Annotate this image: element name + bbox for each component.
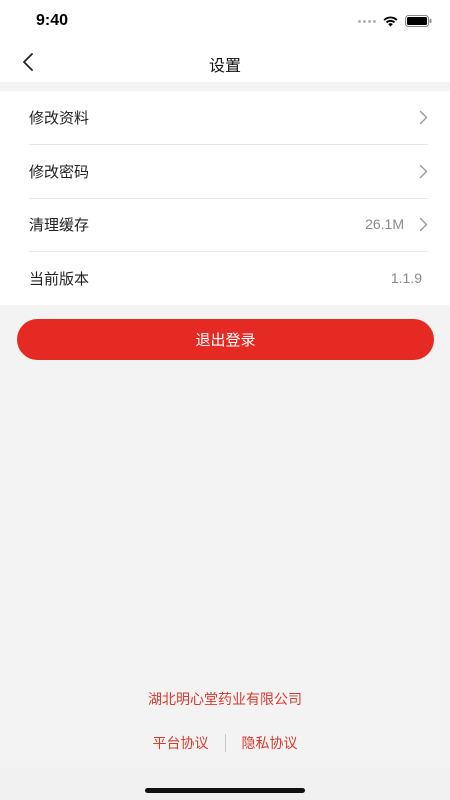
clear-cache-label: 清理缓存	[29, 216, 90, 234]
battery-icon	[405, 15, 432, 27]
nav-bar: 设置	[0, 44, 450, 82]
wifi-icon	[383, 16, 398, 27]
current-version-item: 当前版本 1.1.9	[0, 252, 450, 305]
home-indicator	[145, 788, 305, 793]
edit-profile-label: 修改资料	[29, 109, 90, 127]
clear-cache-item[interactable]: 清理缓存 26.1M	[0, 198, 450, 251]
status-icons	[358, 15, 432, 27]
edit-profile-item[interactable]: 修改资料	[0, 91, 450, 144]
company-name: 湖北明心堂药业有限公司	[148, 692, 302, 708]
settings-list: 修改资料 修改密码 清理缓存 26.1M 当前版本 1.1.9	[0, 91, 450, 305]
chevron-right-icon	[419, 217, 428, 232]
platform-agreement-link[interactable]: 平台协议	[137, 733, 225, 753]
footer-links: 平台协议 隐私协议	[0, 733, 450, 753]
change-password-item[interactable]: 修改密码	[0, 145, 450, 198]
logout-button[interactable]: 退出登录	[17, 319, 434, 360]
status-time: 9:40	[36, 12, 69, 29]
page-title: 设置	[208, 56, 241, 75]
privacy-agreement-link[interactable]: 隐私协议	[226, 733, 314, 753]
change-password-label: 修改密码	[29, 163, 90, 181]
version-value: 1.1.9	[390, 270, 422, 286]
chevron-right-icon	[419, 164, 428, 179]
status-bar: 9:40	[0, 0, 450, 44]
chevron-right-icon	[419, 110, 428, 125]
cache-size-value: 26.1M	[365, 216, 404, 232]
current-version-label: 当前版本	[29, 270, 90, 288]
signal-icon	[358, 19, 376, 23]
bottom-safe-area	[0, 768, 450, 800]
